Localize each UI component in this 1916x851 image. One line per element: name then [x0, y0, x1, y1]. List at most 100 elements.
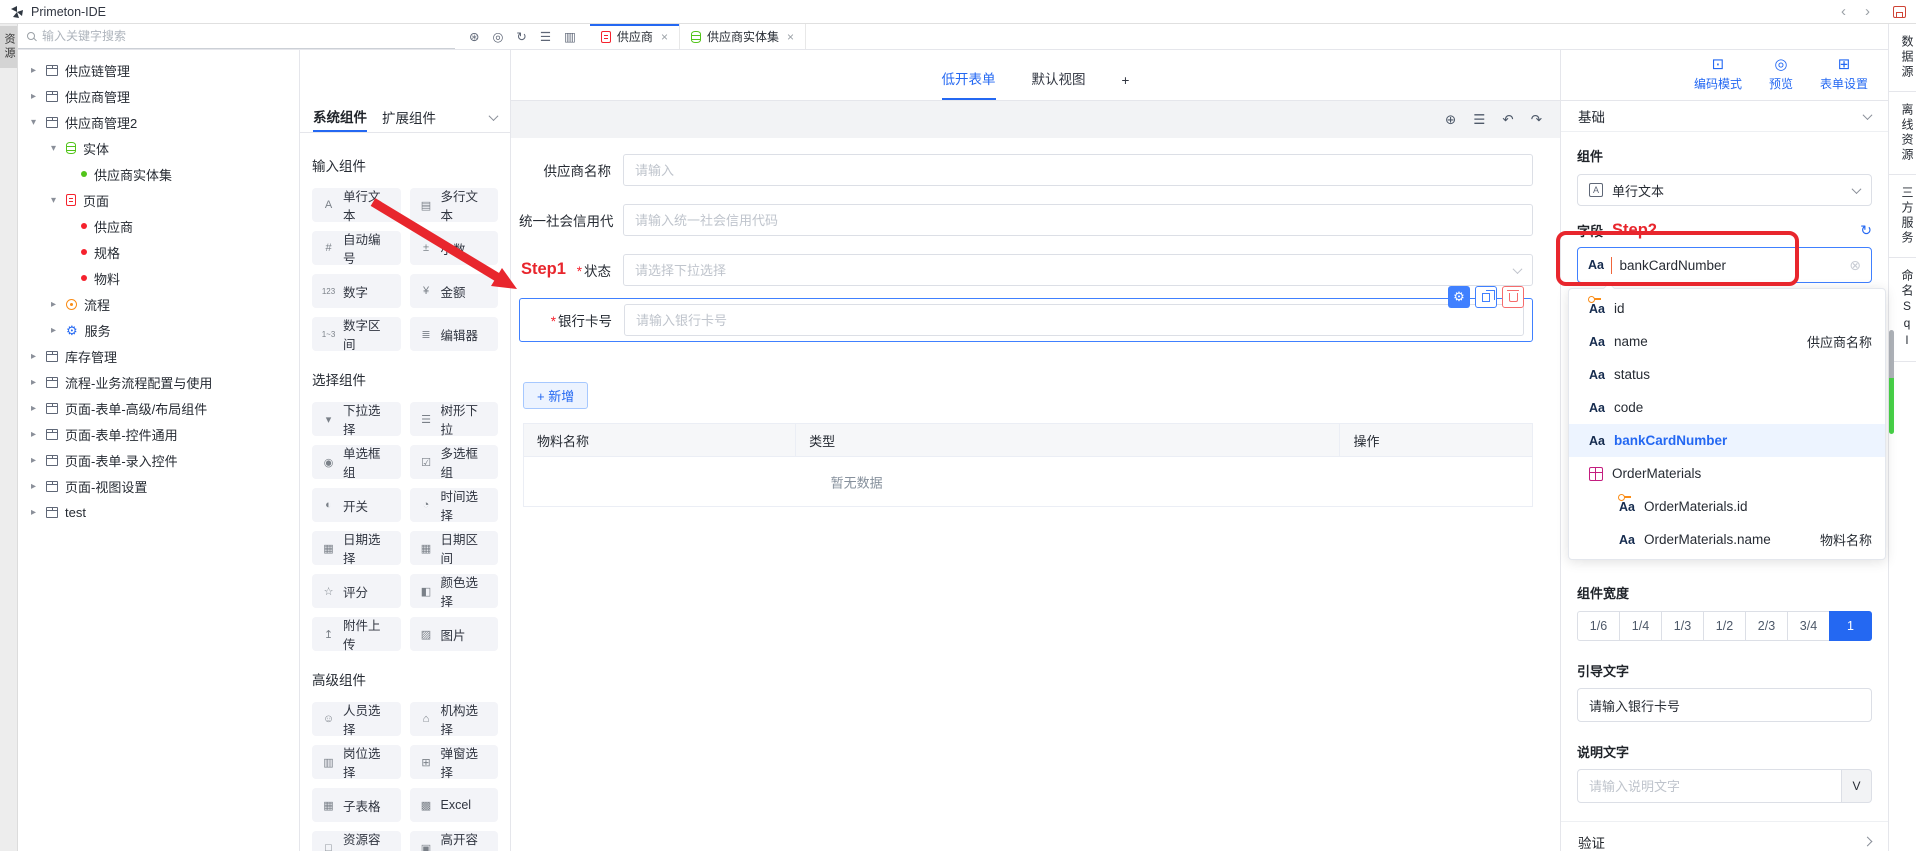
- dropdown-item-id[interactable]: Aa id: [1569, 292, 1885, 325]
- expand-arrow-icon[interactable]: ▸: [28, 403, 39, 414]
- tree-item[interactable]: ▸ 页面-表单-控件通用: [18, 421, 299, 447]
- width-option-full[interactable]: 1: [1829, 611, 1872, 641]
- dropdown-item-order-materials-id[interactable]: Aa OrderMaterials.id: [1569, 490, 1885, 523]
- tree-item[interactable]: ▸ 流程-业务流程配置与使用: [18, 369, 299, 395]
- palette-item-sub-table[interactable]: ▦ 子表格: [312, 788, 401, 822]
- palette-item-number-range[interactable]: 1~3 数字区间: [312, 317, 401, 352]
- palette-item-excel[interactable]: ▩ Excel: [409, 788, 498, 822]
- expand-arrow-icon[interactable]: ▸: [28, 455, 39, 466]
- palette-item-tree-dropdown[interactable]: ☰ 树形下拉: [409, 402, 498, 437]
- chevron-down-icon[interactable]: [1862, 109, 1873, 120]
- tree-item[interactable]: ▾ 供应商管理2: [18, 109, 299, 135]
- field-copy-button[interactable]: [1475, 286, 1497, 308]
- add-view-tab-button[interactable]: +: [1122, 73, 1130, 100]
- search-input[interactable]: [42, 29, 446, 43]
- close-icon[interactable]: ×: [661, 30, 668, 44]
- dropdown-item-order-materials-name[interactable]: Aa OrderMaterials.name 物料名称: [1569, 523, 1885, 556]
- form-field-bank-card[interactable]: * 银行卡号: [520, 304, 1524, 336]
- palette-item-resource-container[interactable]: □ 资源容器: [312, 831, 401, 851]
- palette-item-checkbox-group[interactable]: ☑ 多选框组: [409, 445, 498, 480]
- target-icon[interactable]: ◎: [492, 29, 503, 44]
- palette-item-highcode-container[interactable]: ▣ 高开容器: [409, 831, 498, 851]
- tree-item[interactable]: ▸ 页面-表单-录入控件: [18, 447, 299, 473]
- expand-arrow-icon[interactable]: ▸: [28, 65, 39, 76]
- dropdown-item-bank-card-number[interactable]: Aa bankCardNumber: [1569, 424, 1885, 457]
- tree-item[interactable]: ▾ 页面: [18, 187, 299, 213]
- tab-extension-components[interactable]: 扩展组件: [382, 102, 436, 132]
- rail-tab-datasource[interactable]: 数据源: [1889, 24, 1916, 92]
- file-tab-supplier[interactable]: 供应商 ×: [589, 24, 680, 49]
- dropdown-item-name[interactable]: Aa name 供应商名称: [1569, 325, 1885, 358]
- width-option-1-3[interactable]: 1/3: [1661, 611, 1704, 641]
- field-settings-button[interactable]: ⚙: [1448, 286, 1470, 308]
- text-input[interactable]: [624, 304, 1524, 336]
- palette-item-rating[interactable]: ☆ 评分: [312, 574, 401, 608]
- palette-item-color-picker[interactable]: ◧ 颜色选择: [409, 574, 498, 609]
- rail-tab-thirdparty-services[interactable]: 三方服务: [1889, 175, 1916, 258]
- status-select[interactable]: [623, 254, 1533, 286]
- palette-item-attachment-upload[interactable]: ↥ 附件上传: [312, 617, 401, 652]
- palette-item-image[interactable]: ▨ 图片: [409, 617, 498, 651]
- tree-item[interactable]: ▾ 实体: [18, 135, 299, 161]
- expand-arrow-icon[interactable]: ▾: [48, 195, 59, 206]
- save-icon[interactable]: [1893, 5, 1906, 18]
- width-option-1-6[interactable]: 1/6: [1577, 611, 1620, 641]
- component-type-select[interactable]: A 单行文本: [1577, 174, 1872, 206]
- expand-arrow-icon[interactable]: ▸: [48, 325, 59, 336]
- dropdown-item-code[interactable]: Aa code: [1569, 391, 1885, 424]
- tab-lowcode-form[interactable]: 低开表单: [941, 68, 996, 100]
- section-validation[interactable]: 验证: [1561, 821, 1888, 851]
- ai-icon[interactable]: ⊛: [469, 29, 479, 44]
- globe-icon[interactable]: ⊕: [1445, 112, 1456, 128]
- palette-item-date-range[interactable]: ▦ 日期区间: [409, 531, 498, 566]
- help-text-box[interactable]: [1577, 769, 1842, 803]
- tree-item[interactable]: ▸ 页面-视图设置: [18, 473, 299, 499]
- tree-item[interactable]: ▸ 流程: [18, 291, 299, 317]
- expand-arrow-icon[interactable]: ▸: [28, 351, 39, 362]
- scroll-indicator[interactable]: [1889, 330, 1894, 434]
- outline-icon[interactable]: ☰: [540, 29, 551, 44]
- palette-item-date-picker[interactable]: ▦ 日期选择: [312, 531, 401, 566]
- form-field-status[interactable]: * 状态: [519, 254, 1533, 286]
- chevron-down-icon[interactable]: [488, 110, 499, 121]
- expand-arrow-icon[interactable]: ▸: [28, 507, 39, 518]
- expand-arrow-icon[interactable]: ▸: [48, 299, 59, 310]
- undo-icon[interactable]: ↶: [1502, 112, 1513, 128]
- nav-back-icon[interactable]: ‹: [1835, 4, 1852, 19]
- form-field-credit-code[interactable]: 统一社会信用代: [519, 204, 1533, 236]
- dropdown-item-order-materials[interactable]: OrderMaterials: [1569, 457, 1885, 490]
- nav-forward-icon[interactable]: ›: [1859, 4, 1876, 19]
- width-option-1-4[interactable]: 1/4: [1619, 611, 1662, 641]
- width-option-2-3[interactable]: 2/3: [1745, 611, 1788, 641]
- guide-text-box[interactable]: [1577, 688, 1872, 722]
- variable-suffix-button[interactable]: V: [1842, 769, 1872, 803]
- form-field-supplier-name[interactable]: 供应商名称: [519, 154, 1533, 186]
- palette-item-amount[interactable]: ¥ 金额: [409, 274, 498, 308]
- tree-item[interactable]: ▸ 供应链管理: [18, 57, 299, 83]
- selected-field-bank-card[interactable]: ⚙ * 银行卡号: [519, 286, 1533, 342]
- rail-tab-offline-resources[interactable]: 离线资源: [1889, 92, 1916, 175]
- width-option-3-4[interactable]: 3/4: [1787, 611, 1830, 641]
- palette-item-popup-picker[interactable]: ⊞ 弹窗选择: [409, 745, 498, 780]
- palette-item-number[interactable]: 123 数字: [312, 274, 401, 308]
- close-icon[interactable]: ×: [787, 30, 794, 44]
- palette-item-auto-number[interactable]: # 自动编号: [312, 231, 401, 266]
- guide-text-input[interactable]: [1589, 697, 1860, 713]
- supplier-name-input[interactable]: [635, 162, 1521, 178]
- expand-arrow-icon[interactable]: ▾: [48, 143, 59, 154]
- dropdown-item-status[interactable]: Aa status: [1569, 358, 1885, 391]
- palette-item-multi-line-text[interactable]: ▤ 多行文本: [409, 188, 498, 223]
- tree-item[interactable]: ▸ 页面-表单-高级/布局组件: [18, 395, 299, 421]
- tree-item[interactable]: 供应商: [18, 213, 299, 239]
- palette-item-org-picker[interactable]: ⌂ 机构选择: [409, 702, 498, 737]
- palette-item-single-line-text[interactable]: A 单行文本: [312, 188, 401, 223]
- credit-code-input[interactable]: [635, 212, 1521, 228]
- expand-arrow-icon[interactable]: ▸: [28, 481, 39, 492]
- tree-item[interactable]: ▸ ⚙ 服务: [18, 317, 299, 343]
- palette-item-radio-group[interactable]: ◉ 单选框组: [312, 445, 401, 480]
- expand-arrow-icon[interactable]: ▸: [28, 91, 39, 102]
- field-delete-button[interactable]: [1502, 286, 1524, 308]
- form-settings-button[interactable]: ⊞ 表单设置: [1820, 56, 1868, 92]
- tree-item[interactable]: ▸ 供应商管理: [18, 83, 299, 109]
- palette-item-person-picker[interactable]: ☺ 人员选择: [312, 702, 401, 737]
